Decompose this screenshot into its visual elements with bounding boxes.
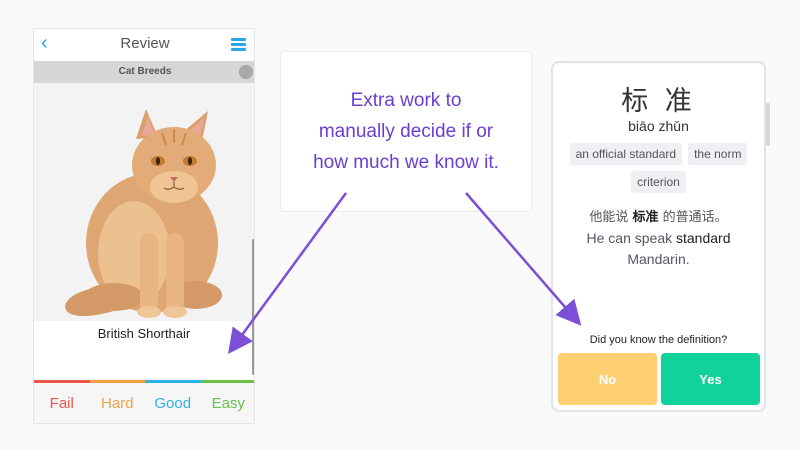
annotation-arrows — [228, 192, 582, 355]
arrow-to-yes-no-buttons — [465, 192, 582, 326]
arrow-to-grade-buttons — [228, 192, 348, 355]
